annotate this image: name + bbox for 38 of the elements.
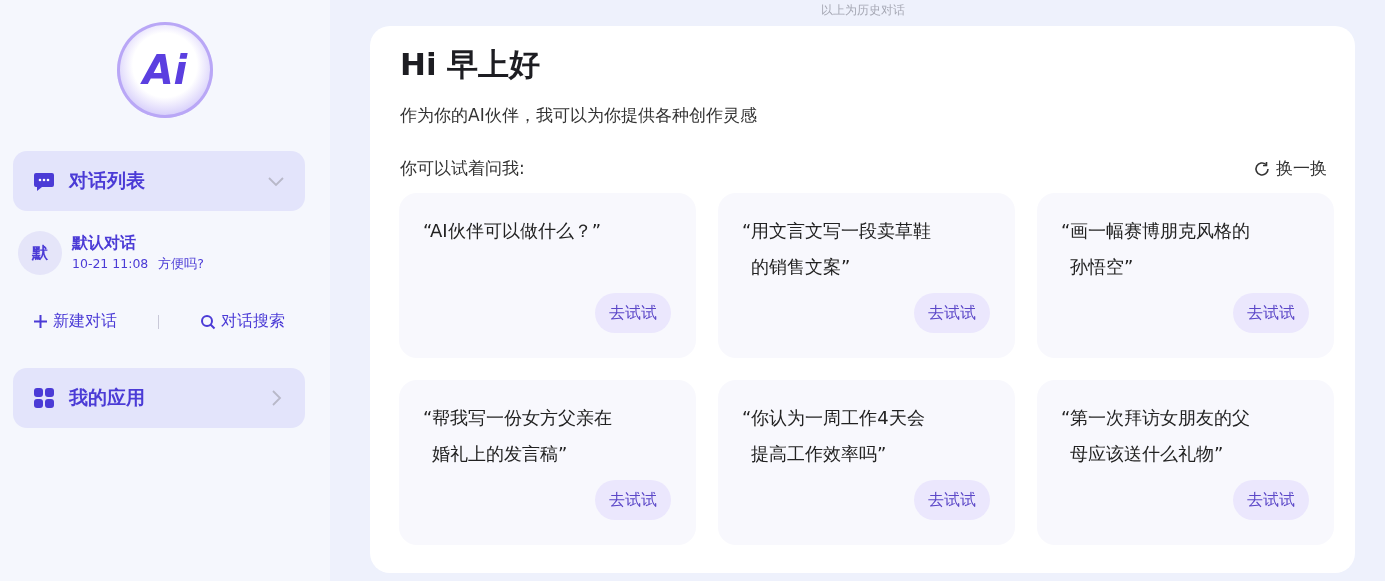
chat-bubble-icon [33,170,55,192]
suggestion-card[interactable]: “你认为一周工作4天会提高工作效率吗” 去试试 [718,380,1015,545]
conversation-time: 10-21 11:08 [72,256,149,273]
try-button[interactable]: 去试试 [1233,293,1309,333]
try-button[interactable]: 去试试 [595,480,671,520]
suggestion-card[interactable]: “用文言文写一段卖草鞋的销售文案” 去试试 [718,193,1015,358]
suggestion-text: “画一幅赛博朋克风格的孙悟空” [1061,219,1252,279]
suggestion-card[interactable]: “第一次拜访女朋友的父母应该送什么礼物” 去试试 [1037,380,1334,545]
greeting: Hi 早上好 [400,45,542,84]
ai-logo: Ai [117,22,213,118]
subtitle: 作为你的AI伙伴，我可以为你提供各种创作灵感 [400,104,758,127]
try-button[interactable]: 去试试 [914,293,990,333]
section-header[interactable]: 对话列表 [13,151,305,211]
suggestion-card[interactable]: “画一幅赛博朋克风格的孙悟空” 去试试 [1037,193,1334,358]
search-icon [200,313,216,330]
grid-icon [33,387,55,409]
try-button[interactable]: 去试试 [1233,480,1309,520]
suggestion-card[interactable]: “帮我写一份女方父亲在婚礼上的发言稿” 去试试 [399,380,696,545]
prompt-label: 你可以试着问我: [400,157,525,180]
section-title: 我的应用 [69,385,146,410]
section-title: 对话列表 [69,168,146,193]
conversation-avatar: 默 [18,231,62,275]
suggestion-text: “第一次拜访女朋友的父母应该送什么礼物” [1061,406,1252,466]
conversation-preview: 方便吗? [158,256,204,273]
try-button[interactable]: 去试试 [914,480,990,520]
conversation-title[interactable]: 默认对话 [72,233,204,254]
refresh-button[interactable]: 换一换 [1254,157,1327,180]
suggestion-card[interactable]: “AI伙伴可以做什么？” 去试试 [399,193,696,358]
try-button[interactable]: 去试试 [595,293,671,333]
suggestion-text: “用文言文写一段卖草鞋的销售文案” [742,219,933,279]
section-header[interactable]: 我的应用 [13,368,305,428]
plus-icon [33,314,48,329]
suggestion-text: “帮我写一份女方父亲在婚礼上的发言稿” [423,406,614,466]
search-button[interactable]: 对话搜索 [200,311,285,332]
new-chat-button[interactable]: 新建对话 [33,311,117,332]
suggestion-text: “你认为一周工作4天会提高工作效率吗” [742,406,926,466]
refresh-icon [1254,160,1270,177]
suggestion-text: “AI伙伴可以做什么？” [423,219,602,243]
